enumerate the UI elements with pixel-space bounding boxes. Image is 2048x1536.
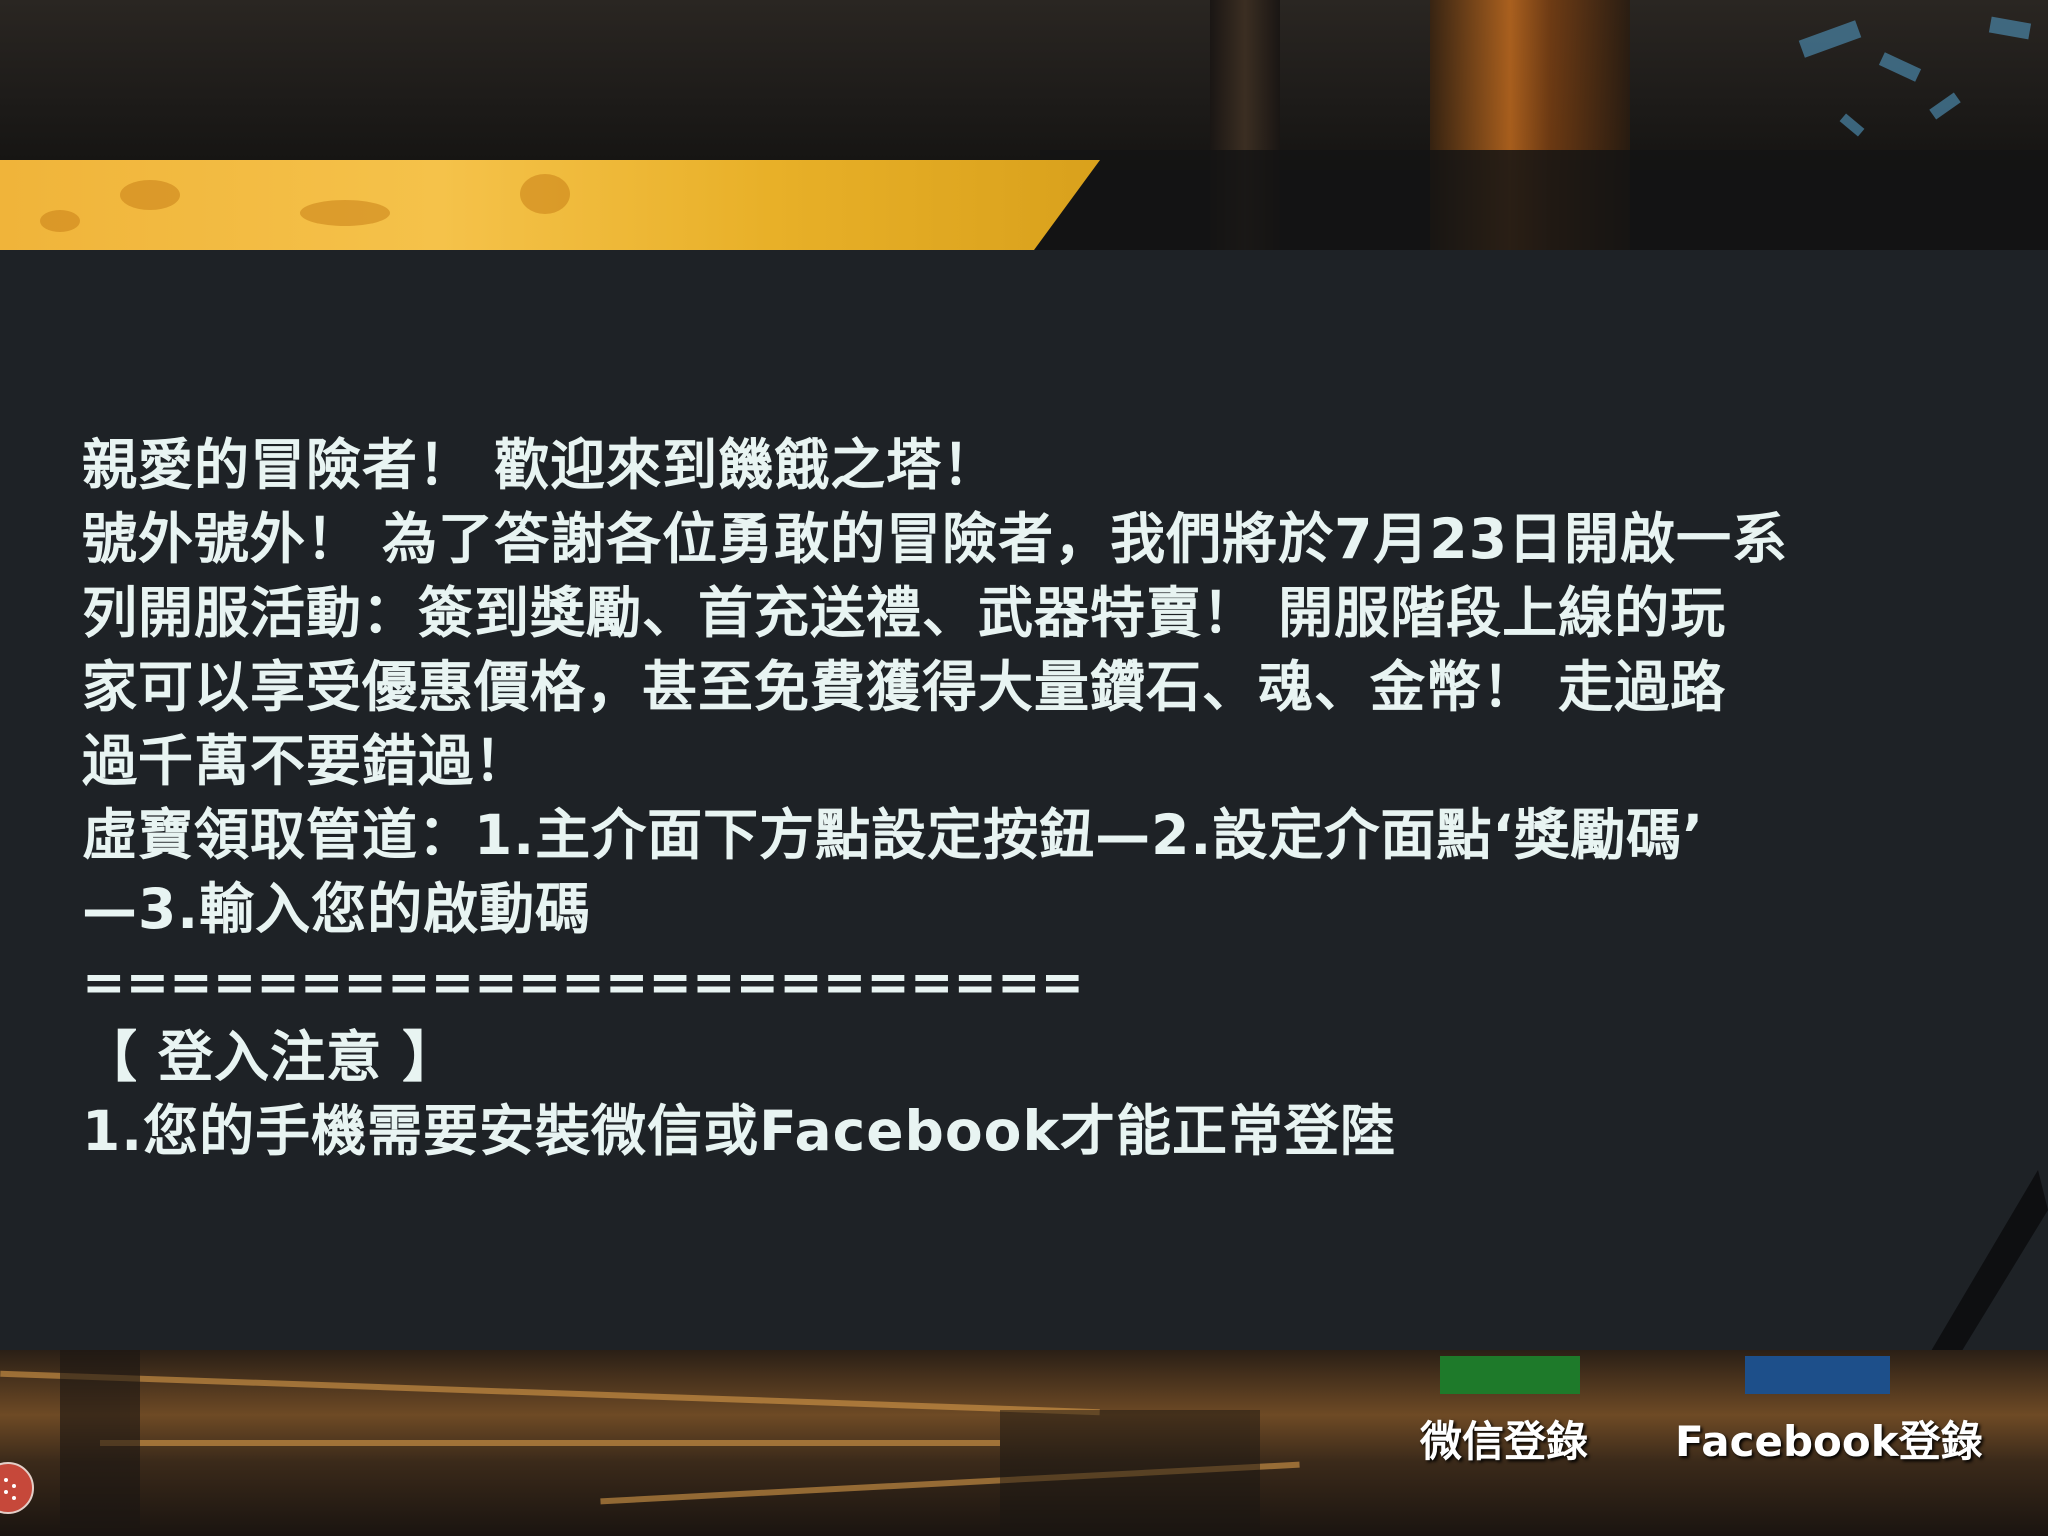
facebook-login-button[interactable]: Facebook登錄 [1675,1408,1983,1476]
game-screen: 親愛的冒險者！ 歡迎來到饑餓之塔！ 號外號外！ 為了答謝各位勇敢的冒險者，我們將… [0,0,2048,1536]
notice-line: 【 登入注意 】 [82,1025,459,1089]
notice-line: —3.輸入您的啟動碼 [82,877,592,941]
notice-line: 1.您的手機需要安裝微信或Facebook才能正常登陸 [82,1099,1397,1163]
background-shard [1798,20,1862,58]
banner-splatter [40,210,80,232]
notice-line: 家可以享受優惠價格，甚至免費獲得大量鑽石、魂、金幣！ 走過路 [82,655,1727,719]
notice-line: 號外號外！ 為了答謝各位勇敢的冒險者，我們將於7月23日開啟一系 [82,507,1788,571]
background-shard [1839,113,1865,137]
notice-text: 親愛的冒險者！ 歡迎來到饑餓之塔！ 號外號外！ 為了答謝各位勇敢的冒險者，我們將… [82,428,1982,1168]
facebook-button-base [1745,1356,1890,1394]
background-structure [60,1350,140,1536]
background-shard [1988,16,2032,40]
banner-splatter [520,174,570,214]
notice-separator: ======================= [82,953,1085,1013]
banner-splatter [120,180,180,210]
background-scene-top [0,0,2048,260]
notice-line: 虛寶領取管道：1.主介面下方點設定按鈕—2.設定介面點‘獎勵碼’ [82,803,1705,867]
notice-line: 列開服活動：簽到獎勵、首充送禮、武器特賣！ 開服階段上線的玩 [82,581,1727,645]
banner-splatter [300,200,390,226]
wechat-login-button[interactable]: 微信登錄 [1420,1408,1588,1476]
notice-line: 過千萬不要錯過！ [82,729,531,793]
background-shard [1878,52,1922,82]
notice-line: 親愛的冒險者！ 歡迎來到饑餓之塔！ [82,433,999,497]
background-structure [1000,1410,1260,1536]
banner-shadow [1040,150,2048,250]
background-shard [1929,92,1961,120]
background-plank [0,1370,1100,1416]
wechat-button-base [1440,1356,1580,1394]
background-plank [100,1440,1000,1446]
header-banner [0,160,1100,250]
